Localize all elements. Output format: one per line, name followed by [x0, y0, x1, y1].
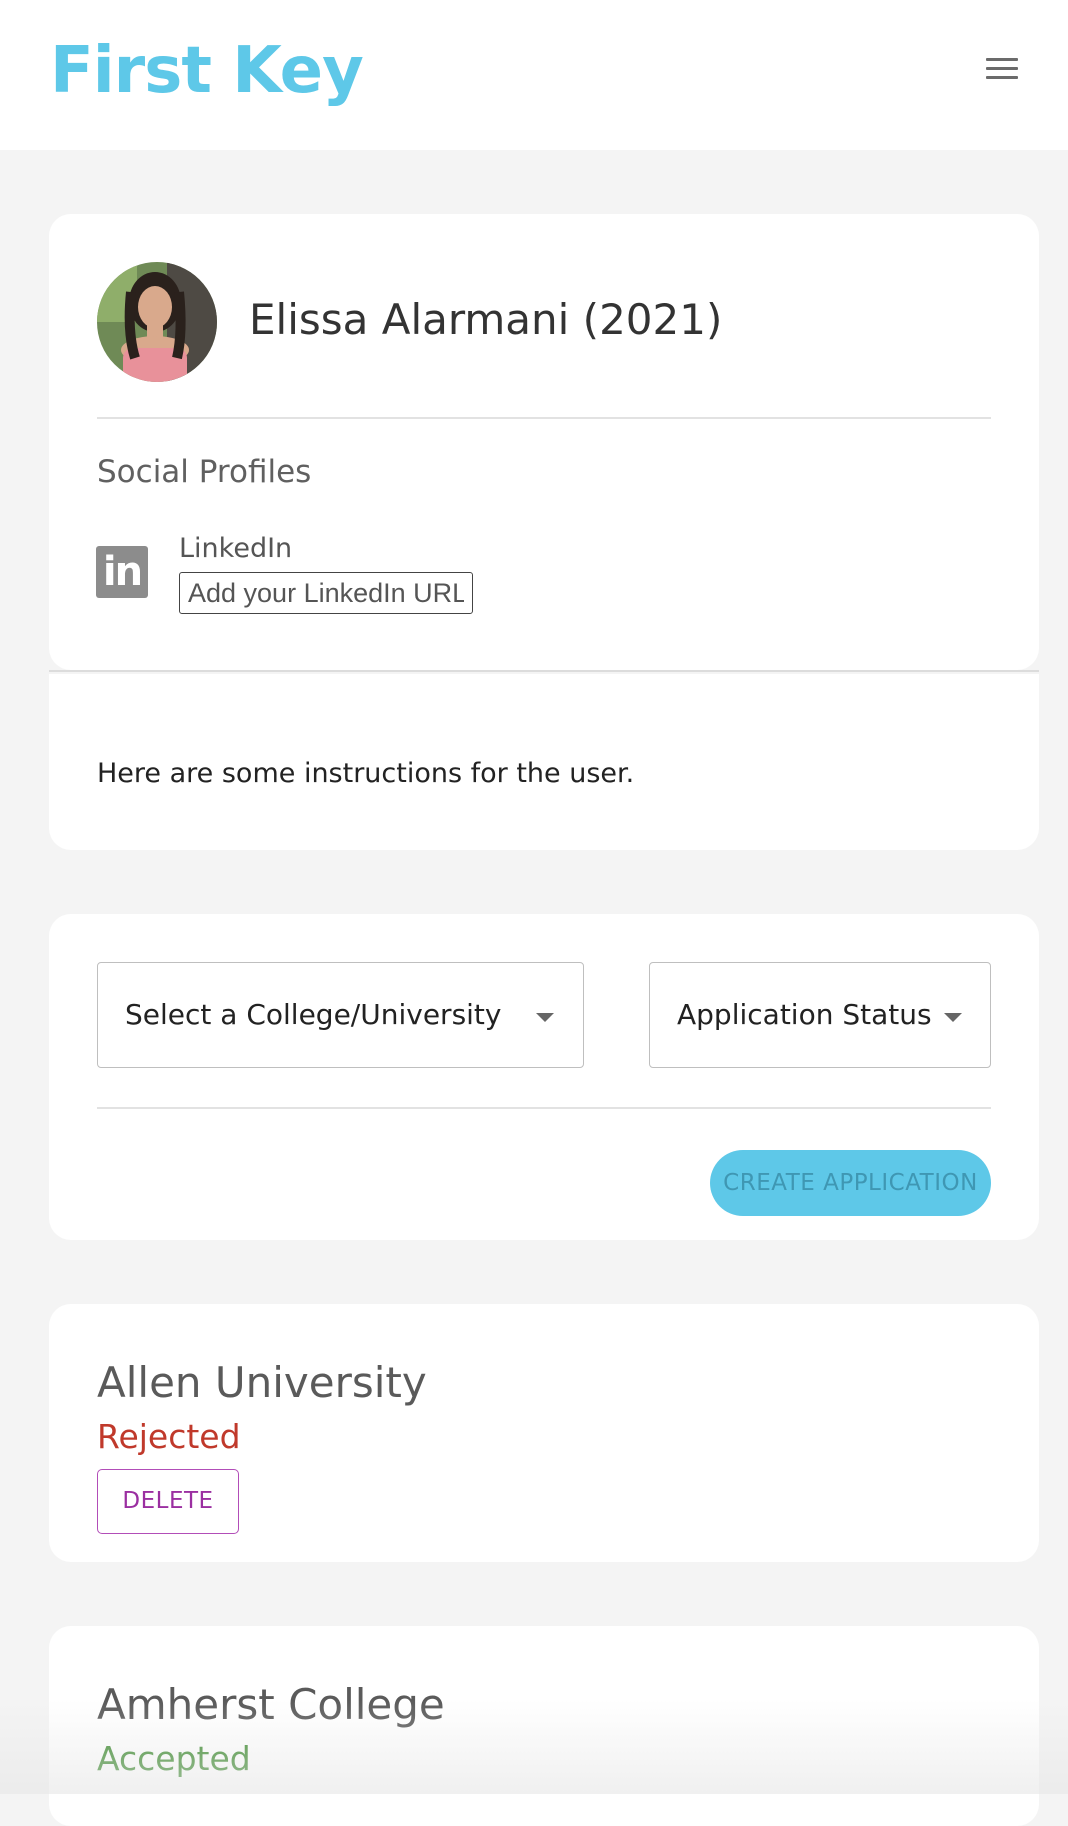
- application-college-name: Allen University: [97, 1358, 427, 1407]
- application-status-select[interactable]: Application Status: [649, 962, 991, 1068]
- instructions-card: Here are some instructions for the user.: [49, 674, 1039, 850]
- create-application-card: Select a College/University Application …: [49, 914, 1039, 1240]
- profile-card: Elissa Alarmani (2021) Social Profiles i…: [49, 214, 1039, 670]
- application-status-accepted: Accepted: [97, 1739, 251, 1778]
- form-divider: [97, 1107, 991, 1109]
- profile-name: Elissa Alarmani (2021): [249, 295, 723, 344]
- create-application-button[interactable]: CREATE APPLICATION: [710, 1150, 991, 1216]
- chevron-down-icon: [536, 1013, 554, 1022]
- linkedin-icon: in: [96, 546, 148, 598]
- chevron-down-icon: [944, 1013, 962, 1022]
- linkedin-label: LinkedIn: [179, 533, 293, 564]
- app-header: First Key: [0, 0, 1068, 150]
- hamburger-menu-icon[interactable]: [978, 52, 1026, 88]
- app-logo[interactable]: First Key: [50, 28, 364, 114]
- profile-divider: [97, 417, 991, 419]
- linkedin-url-input[interactable]: [179, 572, 473, 614]
- college-select-label: Select a College/University: [125, 998, 502, 1031]
- delete-application-button[interactable]: DELETE: [97, 1469, 239, 1534]
- instructions-text: Here are some instructions for the user.: [97, 758, 635, 789]
- user-avatar-photo: [97, 262, 217, 382]
- section-divider: [49, 670, 1039, 672]
- college-select[interactable]: Select a College/University: [97, 962, 584, 1068]
- user-avatar: [97, 262, 217, 382]
- application-status-select-label: Application Status: [677, 998, 932, 1031]
- application-card: Amherst College Accepted: [49, 1626, 1039, 1826]
- application-college-name: Amherst College: [97, 1680, 445, 1729]
- social-profiles-title: Social Profiles: [97, 454, 312, 490]
- application-card: Allen University Rejected DELETE: [49, 1304, 1039, 1562]
- application-status-rejected: Rejected: [97, 1417, 241, 1456]
